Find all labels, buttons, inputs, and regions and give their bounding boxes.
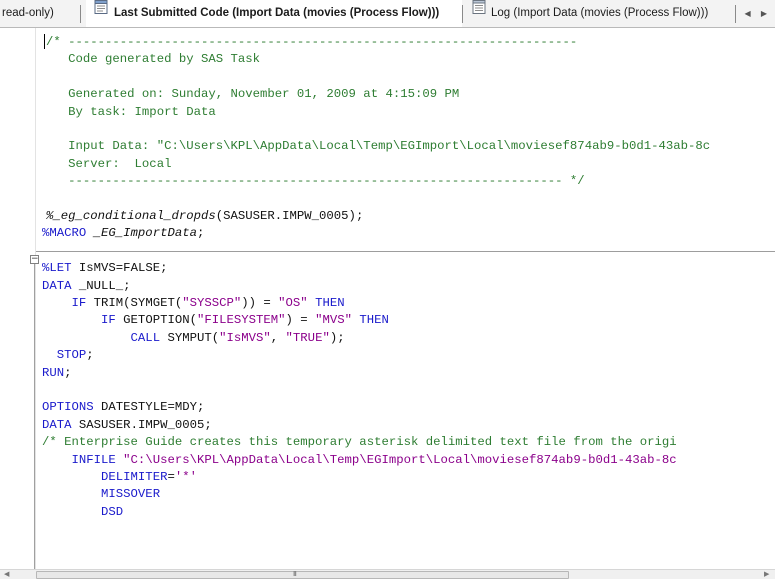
code-line: Generated on: Sunday, November 01, 2009 … bbox=[46, 86, 459, 103]
code-token: ----------------------------------------… bbox=[46, 174, 585, 189]
block-divider bbox=[36, 251, 775, 252]
code-token: IF bbox=[42, 296, 87, 310]
code-line: Server: Local bbox=[46, 156, 171, 173]
code-token: %LET bbox=[42, 261, 72, 276]
code-token: = bbox=[167, 470, 175, 484]
code-token: "C:\Users\KPL\AppData\Local\Temp\EGImpor… bbox=[115, 452, 677, 467]
code-line: DELIMITER='*' bbox=[42, 469, 197, 486]
tab-read-only[interactable]: read-only) bbox=[0, 0, 80, 27]
code-line: Code generated by SAS Task bbox=[46, 51, 260, 68]
code-line: /* -------------------------------------… bbox=[46, 34, 577, 51]
code-token: , bbox=[270, 330, 286, 345]
code-token: ); bbox=[329, 330, 345, 345]
code-token: GETOPTION( bbox=[115, 313, 197, 328]
code-token: '*' bbox=[174, 470, 197, 484]
code-document-icon bbox=[94, 0, 109, 25]
editor-gutter bbox=[35, 28, 36, 569]
scroll-left-arrow-icon[interactable]: ◀ bbox=[4, 570, 9, 579]
code-token: /* -------------------------------------… bbox=[46, 35, 578, 49]
code-token: )) = bbox=[241, 296, 279, 310]
code-line: %_eg_conditional_dropds(SASUSER.IMPW_000… bbox=[46, 208, 363, 225]
code-token: "MVS" bbox=[315, 313, 352, 328]
code-line: STOP; bbox=[42, 347, 94, 364]
tab-scroll-arrows[interactable]: ◀ ▶ bbox=[744, 0, 771, 27]
code-token: "TRUE" bbox=[285, 330, 330, 345]
code-line: %MACRO _EG_ImportData; bbox=[42, 225, 204, 242]
tab-log[interactable]: Log (Import Data (movies (Process Flow))… bbox=[466, 0, 724, 27]
code-token: RUN bbox=[42, 365, 65, 380]
code-token: ; bbox=[196, 226, 205, 241]
code-token: THEN bbox=[307, 296, 345, 310]
code-token: IF bbox=[42, 313, 116, 328]
code-line: DATA _NULL_; bbox=[42, 278, 131, 295]
code-line: MISSOVER bbox=[42, 486, 160, 503]
code-token: OPTIONS bbox=[42, 400, 94, 415]
code-token: SYMPUT( bbox=[160, 330, 220, 345]
text-cursor bbox=[44, 34, 45, 49]
code-token: Generated on: Sunday, November 01, 2009 … bbox=[46, 87, 460, 102]
code-line: IF TRIM(SYMGET("SYSSCP")) = "OS" THEN bbox=[42, 295, 345, 312]
tab-separator bbox=[735, 5, 736, 23]
code-token: ) = bbox=[285, 313, 316, 328]
code-token: DSD bbox=[42, 504, 124, 519]
code-token: By task: Import Data bbox=[46, 104, 216, 119]
code-editor[interactable]: /* -------------------------------------… bbox=[0, 28, 775, 569]
tab-separator bbox=[462, 5, 463, 23]
code-line: CALL SYMPUT("IsMVS", "TRUE"); bbox=[42, 330, 345, 347]
tab-label: read-only) bbox=[2, 7, 54, 19]
code-token: DATA bbox=[42, 417, 72, 432]
code-token: "FILESYSTEM" bbox=[196, 313, 286, 328]
scrollbar-grip-icon: III bbox=[293, 571, 297, 578]
code-token: INFILE bbox=[42, 452, 116, 467]
code-token: (SASUSER.IMPW_0005); bbox=[215, 209, 364, 223]
code-token: DATESTYLE=MDY; bbox=[93, 400, 205, 415]
code-token: "SYSSCP" bbox=[182, 296, 242, 310]
code-token: %_eg_conditional_dropds bbox=[46, 209, 216, 223]
code-line: DSD bbox=[42, 504, 123, 521]
code-token: ; bbox=[64, 365, 72, 380]
scrollbar-thumb[interactable]: III bbox=[36, 571, 569, 579]
code-token: _EG_ImportData bbox=[93, 226, 197, 241]
code-token: "OS" bbox=[278, 296, 308, 310]
code-line: RUN; bbox=[42, 365, 72, 382]
code-line: Input Data: "C:\Users\KPL\AppData\Local\… bbox=[46, 138, 710, 155]
collapse-block-icon[interactable]: − bbox=[30, 255, 39, 264]
document-tab-bar: read-only) Last Submitted Code (Import D… bbox=[0, 0, 775, 28]
code-line: ----------------------------------------… bbox=[46, 173, 585, 190]
code-token: /* Enterprise Guide creates this tempora… bbox=[42, 435, 677, 450]
fold-guide bbox=[34, 264, 35, 569]
tab-label: Last Submitted Code (Import Data (movies… bbox=[114, 7, 440, 19]
code-token: Code generated by SAS Task bbox=[46, 52, 261, 67]
code-line: INFILE "C:\Users\KPL\AppData\Local\Temp\… bbox=[42, 452, 677, 469]
tab-label: Log (Import Data (movies (Process Flow))… bbox=[491, 7, 709, 19]
code-token: DELIMITER bbox=[42, 470, 168, 484]
code-token: CALL bbox=[42, 330, 161, 345]
code-token: THEN bbox=[351, 313, 389, 328]
code-line: IF GETOPTION("FILESYSTEM") = "MVS" THEN bbox=[42, 312, 389, 329]
code-token: DATA bbox=[42, 278, 72, 293]
code-line: %LET IsMVS=FALSE; bbox=[42, 260, 167, 277]
code-line: OPTIONS DATESTYLE=MDY; bbox=[42, 399, 204, 416]
scroll-right-arrow-icon[interactable]: ▶ bbox=[764, 570, 769, 579]
code-line: DATA SASUSER.IMPW_0005; bbox=[42, 417, 212, 434]
code-line: By task: Import Data bbox=[46, 104, 216, 121]
horizontal-scrollbar[interactable]: ◀ III ▶ bbox=[0, 569, 775, 579]
tab-separator bbox=[80, 5, 81, 23]
code-token: TRIM(SYMGET( bbox=[86, 296, 183, 310]
code-token: ; bbox=[86, 348, 94, 363]
code-token: %MACRO bbox=[42, 226, 94, 241]
code-token: "IsMVS" bbox=[219, 330, 271, 345]
code-token: IsMVS=FALSE; bbox=[71, 261, 168, 276]
code-token: MISSOVER bbox=[42, 487, 161, 502]
code-token: STOP bbox=[42, 348, 87, 363]
code-line: /* Enterprise Guide creates this tempora… bbox=[42, 434, 677, 451]
tab-last-submitted-code[interactable]: Last Submitted Code (Import Data (movies… bbox=[86, 0, 462, 27]
code-token: _NULL_; bbox=[71, 278, 131, 293]
log-document-icon bbox=[472, 0, 486, 25]
code-token: SASUSER.IMPW_0005; bbox=[71, 417, 212, 432]
code-token: Input Data: "C:\Users\KPL\AppData\Local\… bbox=[46, 139, 711, 154]
code-token: Server: Local bbox=[46, 156, 172, 171]
